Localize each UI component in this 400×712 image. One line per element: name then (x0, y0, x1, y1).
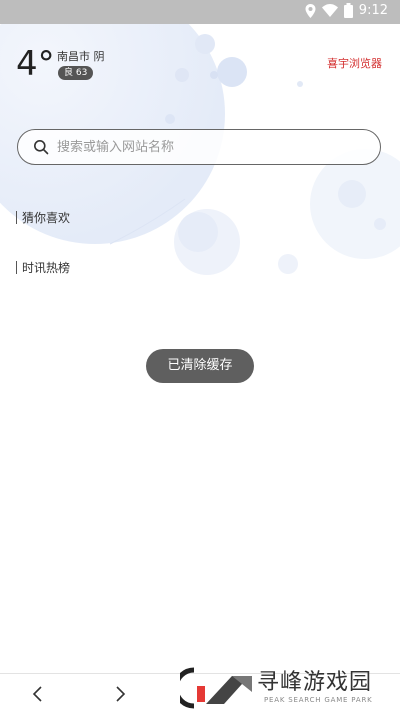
browser-brand: 喜宇浏览器 (327, 57, 382, 70)
air-quality-badge: 良 63 (58, 66, 94, 80)
chevron-right-icon[interactable] (108, 682, 132, 706)
watermark: 寻峰游戏园 PEAK SEARCH GAME PARK (180, 660, 400, 711)
status-time: 9:12 (358, 3, 388, 18)
chevron-left-icon[interactable] (26, 682, 50, 706)
watermark-title: 寻峰游戏园 (257, 670, 373, 695)
search-icon (34, 140, 49, 155)
status-icons: 9:12 (305, 3, 388, 18)
toast-message: 已清除缓存 (146, 349, 254, 383)
watermark-subtitle: PEAK SEARCH GAME PARK (264, 696, 373, 704)
section-guess-you-like[interactable]: 猜你喜欢 (16, 209, 70, 226)
section-hot-news[interactable]: 时讯热榜 (16, 259, 70, 276)
temperature: 4° (16, 44, 55, 84)
section-title: 猜你喜欢 (22, 211, 71, 225)
status-bar: 9:12 (0, 0, 400, 24)
section-divider (16, 261, 17, 274)
location-icon (305, 3, 316, 18)
search-input[interactable] (55, 138, 359, 156)
wifi-icon (321, 4, 338, 17)
battery-icon (343, 3, 353, 18)
section-title: 时讯热榜 (22, 261, 71, 275)
weather-location: 南昌市 阴 (57, 50, 105, 63)
section-divider (16, 211, 17, 224)
search-bar[interactable] (17, 129, 381, 165)
watermark-logo-icon (180, 667, 252, 709)
